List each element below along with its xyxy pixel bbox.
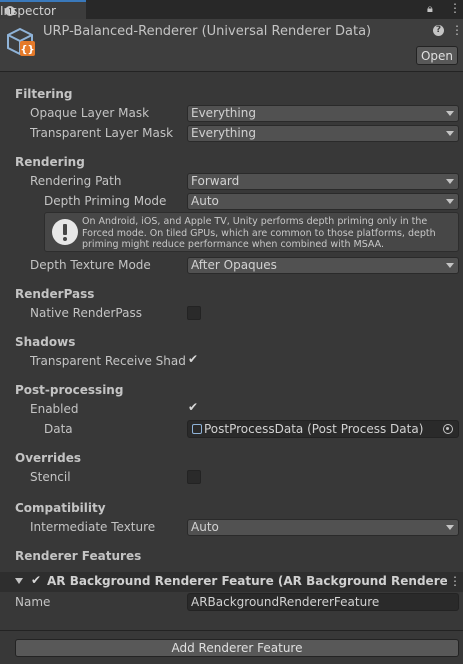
depth-texture-mode-label: Depth Texture Mode [30, 258, 151, 272]
header-menu-icon[interactable]: ⋮ [451, 23, 463, 37]
dropdown-value: Forward [191, 174, 240, 188]
post-processing-enabled-checkbox[interactable]: ✔ [187, 400, 201, 416]
dropdown-value: Auto [191, 520, 219, 534]
post-process-data-field[interactable]: PostProcessData (Post Process Data) [187, 420, 459, 438]
renderer-feature-title: AR Background Renderer Feature (AR Backg… [47, 574, 447, 588]
section-rendering: Rendering [15, 155, 85, 169]
dropdown-arrow-icon [446, 131, 454, 136]
tab-menu-icon[interactable]: ⋮ [449, 1, 461, 15]
feature-menu-icon[interactable]: ⋮ [449, 574, 461, 588]
lock-icon[interactable]: 🔒︎ [427, 2, 433, 16]
feature-enabled-checkmark-icon[interactable]: ✔ [31, 573, 41, 587]
rendering-path-label: Rendering Path [30, 174, 122, 188]
asset-title: URP-Balanced-Renderer (Universal Rendere… [43, 24, 372, 39]
transparent-receive-shadows-label: Transparent Receive Shadows [30, 354, 185, 368]
warning-icon [52, 219, 78, 245]
opaque-layer-mask-label: Opaque Layer Mask [30, 106, 150, 120]
dropdown-value: Everything [191, 126, 256, 140]
open-button[interactable]: Open [416, 46, 458, 65]
svg-text:{}: {} [20, 45, 34, 56]
renderer-feature-header[interactable]: ✔ AR Background Renderer Feature (AR Bac… [0, 572, 463, 592]
dropdown-arrow-icon [446, 525, 454, 530]
tab-label: Inspector [0, 3, 56, 18]
foldout-arrow-icon[interactable] [15, 578, 23, 584]
section-overrides: Overrides [15, 451, 81, 465]
dropdown-arrow-icon [446, 199, 454, 204]
tab-bar: Inspector 🔒︎ ⋮ [0, 0, 463, 19]
depth-texture-mode-dropdown[interactable]: After Opaques [187, 257, 459, 274]
transparent-layer-mask-dropdown[interactable]: Everything [187, 125, 459, 142]
text-field-value: ARBackgroundRendererFeature [191, 595, 380, 609]
help-text: On Android, iOS, and Apple TV, Unity per… [82, 216, 436, 250]
section-compatibility: Compatibility [15, 501, 106, 515]
dropdown-value: Everything [191, 106, 256, 120]
checkmark-icon: ✔ [188, 352, 199, 366]
dropdown-value: Auto [191, 194, 219, 208]
add-renderer-feature-button[interactable]: Add Renderer Feature [15, 639, 459, 657]
section-renderer-features: Renderer Features [15, 549, 142, 563]
object-field-value: PostProcessData (Post Process Data) [204, 422, 424, 436]
native-renderpass-checkbox[interactable] [187, 306, 201, 320]
section-post-processing: Post-processing [15, 383, 124, 397]
dropdown-arrow-icon [446, 263, 454, 268]
scriptable-object-icon [192, 424, 202, 434]
depth-priming-mode-label: Depth Priming Mode [44, 194, 167, 208]
rendering-path-dropdown[interactable]: Forward [187, 173, 459, 190]
help-icon[interactable]: ? [433, 25, 444, 36]
divider [0, 630, 463, 631]
tab-inspector[interactable]: Inspector [0, 0, 86, 19]
dropdown-value: After Opaques [191, 258, 277, 272]
feature-name-label: Name [15, 595, 51, 609]
inspector-header: {} URP-Balanced-Renderer (Universal Rend… [0, 19, 463, 72]
post-process-data-label: Data [44, 422, 73, 436]
stencil-checkbox[interactable] [187, 470, 201, 484]
section-shadows: Shadows [15, 335, 76, 349]
transparent-layer-mask-label: Transparent Layer Mask [30, 126, 174, 140]
intermediate-texture-dropdown[interactable]: Auto [187, 519, 459, 536]
checkmark-icon: ✔ [188, 400, 199, 414]
intermediate-texture-label: Intermediate Texture [30, 520, 156, 534]
depth-priming-help-box: On Android, iOS, and Apple TV, Unity per… [44, 212, 459, 252]
opaque-layer-mask-dropdown[interactable]: Everything [187, 105, 459, 122]
dropdown-arrow-icon [446, 111, 454, 116]
transparent-receive-shadows-checkbox[interactable]: ✔ [187, 352, 201, 368]
stencil-label: Stencil [30, 470, 71, 484]
object-picker-icon[interactable] [443, 424, 453, 434]
renderer-asset-icon: {} [7, 27, 35, 56]
native-renderpass-label: Native RenderPass [30, 306, 142, 320]
dropdown-arrow-icon [446, 179, 454, 184]
section-renderpass: RenderPass [15, 287, 95, 301]
section-filtering: Filtering [15, 87, 73, 101]
post-processing-enabled-label: Enabled [30, 402, 79, 416]
feature-name-field[interactable]: ARBackgroundRendererFeature [187, 593, 459, 611]
depth-priming-mode-dropdown[interactable]: Auto [187, 193, 459, 210]
